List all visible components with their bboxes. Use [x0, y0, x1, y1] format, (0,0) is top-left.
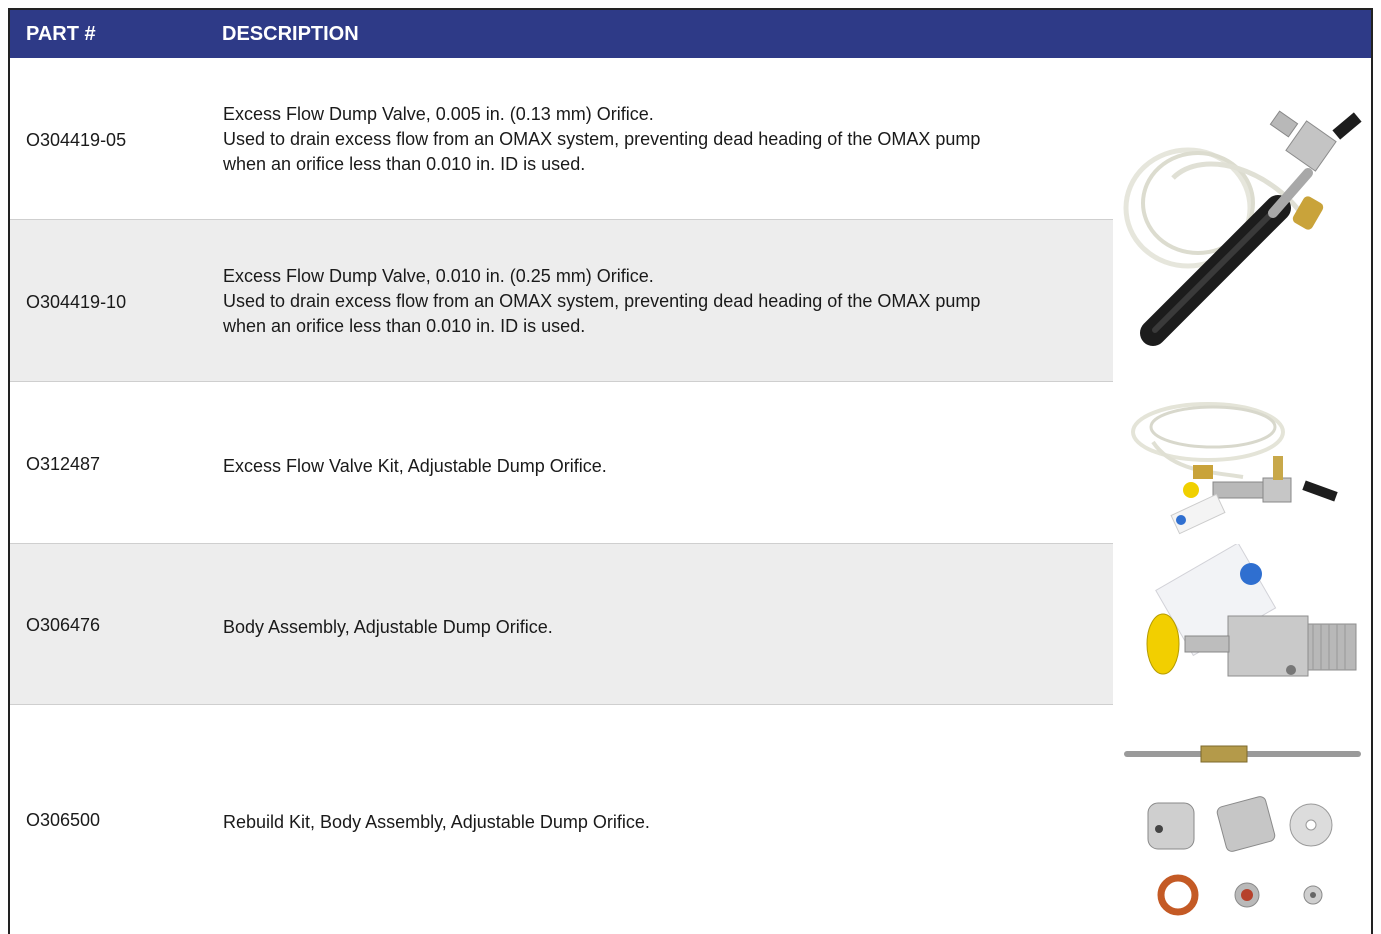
part-number: O312487	[26, 454, 101, 474]
part-description: Body Assembly, Adjustable Dump Orifice.	[223, 615, 1103, 640]
table-row: O304419-10 Excess Flow Dump Valve, 0.010…	[10, 220, 1113, 382]
part-description: Excess Flow Dump Valve, 0.005 in. (0.13 …	[223, 102, 1103, 177]
description-line: Rebuild Kit, Body Assembly, Adjustable D…	[223, 812, 650, 832]
description-line: Excess Flow Dump Valve, 0.005 in. (0.13 …	[223, 104, 654, 124]
description-line: Body Assembly, Adjustable Dump Orifice.	[223, 617, 553, 637]
table-row: O306500 Rebuild Kit, Body Assembly, Adju…	[10, 705, 1113, 934]
part-number: O304419-05	[26, 130, 127, 150]
body-assembly-photo	[1113, 544, 1371, 705]
table-header: PART # DESCRIPTION	[10, 10, 1371, 58]
dump-valve-photo	[1113, 58, 1371, 382]
table-row: O312487 Excess Flow Valve Kit, Adjustabl…	[10, 382, 1113, 544]
description-line: Excess Flow Valve Kit, Adjustable Dump O…	[223, 456, 607, 476]
part-description: Excess Flow Dump Valve, 0.010 in. (0.25 …	[223, 264, 1103, 339]
part-number: O304419-10	[26, 292, 127, 312]
valve-kit-photo	[1113, 382, 1371, 544]
table-row: O304419-05 Excess Flow Dump Valve, 0.005…	[10, 58, 1113, 220]
parts-table: PART # DESCRIPTION O304419-05 Excess Flo…	[8, 8, 1373, 934]
header-part-number: PART #	[26, 23, 96, 45]
table-row: O306476 Body Assembly, Adjustable Dump O…	[10, 544, 1113, 705]
description-line: Used to drain excess flow from an OMAX s…	[223, 291, 981, 311]
rebuild-kit-photo	[1113, 705, 1371, 934]
description-line: when an orifice less than 0.010 in. ID i…	[223, 316, 586, 336]
header-description: DESCRIPTION	[222, 23, 359, 45]
part-description: Excess Flow Valve Kit, Adjustable Dump O…	[223, 454, 1103, 479]
part-number: O306476	[26, 615, 101, 635]
part-description: Rebuild Kit, Body Assembly, Adjustable D…	[223, 810, 1103, 835]
description-line: Excess Flow Dump Valve, 0.010 in. (0.25 …	[223, 266, 654, 286]
description-line: Used to drain excess flow from an OMAX s…	[223, 129, 981, 149]
description-line: when an orifice less than 0.010 in. ID i…	[223, 154, 586, 174]
part-number: O306500	[26, 810, 101, 830]
